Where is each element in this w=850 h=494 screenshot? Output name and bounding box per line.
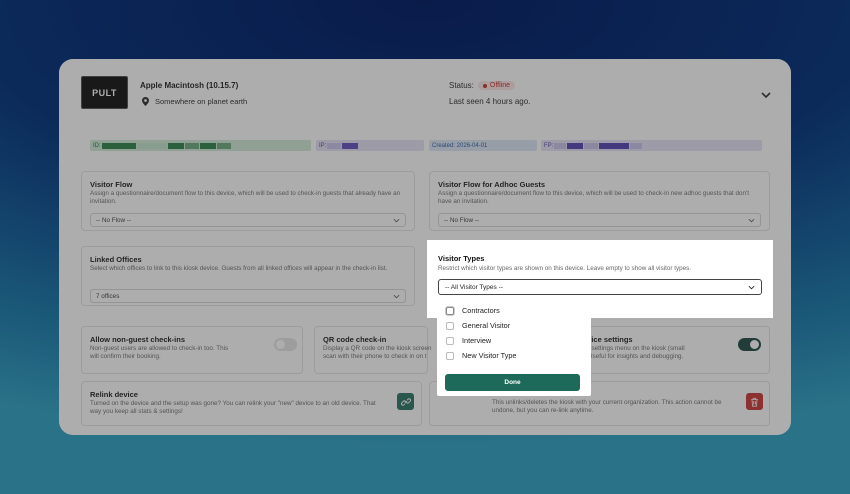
done-button[interactable]: Done <box>445 374 580 391</box>
visitor-types-value: -- All Visitor Types -- <box>445 283 503 291</box>
option-label: New Visitor Type <box>462 351 517 360</box>
option-label: Contractors <box>462 306 500 315</box>
option-checkbox[interactable] <box>446 351 454 360</box>
visitor-types-title: Visitor Types <box>438 254 485 263</box>
visitor-types-dropdown: Contractors General Visitor Interview Ne… <box>437 296 591 396</box>
visitor-type-option-new-visitor-type[interactable]: New Visitor Type <box>446 351 516 360</box>
visitor-type-option-interview[interactable]: Interview <box>446 336 491 345</box>
option-label: General Visitor <box>462 321 511 330</box>
visitor-types-select[interactable]: -- All Visitor Types -- <box>438 279 762 295</box>
option-checkbox[interactable] <box>446 336 454 345</box>
visitor-types-description: Restrict which visitor types are shown o… <box>438 265 692 272</box>
option-checkbox[interactable] <box>446 321 454 330</box>
option-checkbox[interactable] <box>446 306 454 315</box>
option-label: Interview <box>462 336 492 345</box>
chevron-down-icon <box>748 285 755 290</box>
visitor-type-option-general-visitor[interactable]: General Visitor <box>446 321 510 330</box>
visitor-type-option-contractors[interactable]: Contractors <box>446 306 500 315</box>
